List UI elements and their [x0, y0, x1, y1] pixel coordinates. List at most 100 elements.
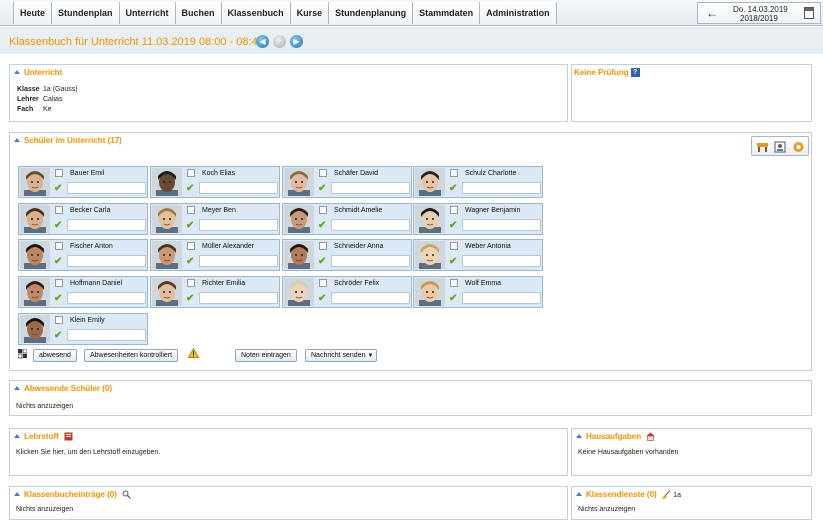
present-check-icon[interactable]: ✔: [54, 220, 62, 231]
previous-lesson-icon[interactable]: ◀: [256, 35, 269, 48]
student-checkbox[interactable]: [450, 279, 458, 287]
student-remark-input[interactable]: [199, 292, 278, 304]
present-check-icon[interactable]: ✔: [449, 220, 457, 231]
student-card[interactable]: Schröder Felix ✔: [282, 276, 412, 308]
student-checkbox[interactable]: [187, 242, 195, 250]
collapse-icon[interactable]: [14, 492, 20, 496]
multiselect-icon[interactable]: [17, 348, 28, 359]
next-lesson-icon[interactable]: ▶: [290, 35, 303, 48]
present-check-icon[interactable]: ✔: [449, 256, 457, 267]
student-card[interactable]: Schneider Anna ✔: [282, 239, 412, 271]
present-check-icon[interactable]: ✔: [318, 183, 326, 194]
student-checkbox[interactable]: [187, 279, 195, 287]
student-checkbox[interactable]: [55, 206, 63, 214]
student-checkbox[interactable]: [450, 169, 458, 177]
student-card[interactable]: Wolf Emma ✔: [413, 276, 543, 308]
nav-item-administration[interactable]: Administration: [480, 2, 557, 24]
student-checkbox[interactable]: [450, 242, 458, 250]
stop-icon[interactable]: [273, 35, 286, 48]
collapse-icon[interactable]: [14, 386, 20, 390]
student-card[interactable]: Weber Antonia ✔: [413, 239, 543, 271]
present-check-icon[interactable]: ✔: [449, 183, 457, 194]
student-checkbox[interactable]: [55, 242, 63, 250]
present-check-icon[interactable]: ✔: [318, 293, 326, 304]
student-remark-input[interactable]: [462, 182, 541, 194]
student-remark-input[interactable]: [199, 255, 278, 267]
seating-plan-icon[interactable]: [756, 141, 769, 153]
nachricht-senden-button[interactable]: Nachricht senden ▼: [305, 349, 378, 362]
present-check-icon[interactable]: ✔: [54, 293, 62, 304]
present-check-icon[interactable]: ✔: [318, 256, 326, 267]
student-remark-input[interactable]: [331, 255, 410, 267]
help-icon[interactable]: ?: [630, 68, 640, 78]
student-card[interactable]: Fischer Anton ✔: [18, 239, 148, 271]
student-remark-input[interactable]: [331, 182, 410, 194]
back-arrow-icon[interactable]: ←: [706, 6, 718, 20]
nav-item-heute[interactable]: Heute: [14, 2, 53, 24]
student-remark-input[interactable]: [67, 292, 146, 304]
student-card[interactable]: Meyer Ben ✔: [150, 203, 280, 235]
student-remark-input[interactable]: [199, 182, 278, 194]
student-card[interactable]: Klein Emily ✔: [18, 313, 148, 345]
student-remark-input[interactable]: [199, 219, 278, 231]
student-checkbox[interactable]: [187, 206, 195, 214]
student-remark-input[interactable]: [462, 255, 541, 267]
nav-item-buchen[interactable]: Buchen: [175, 2, 222, 24]
abwesend-button[interactable]: abwesend: [33, 349, 77, 362]
collapse-icon[interactable]: [14, 434, 20, 438]
abwesenheiten-kontrolliert-button[interactable]: Abwesenheiten kontrolliert: [84, 349, 179, 362]
student-remark-input[interactable]: [331, 219, 410, 231]
nav-item-stundenplanung[interactable]: Stundenplanung: [329, 2, 414, 24]
present-check-icon[interactable]: ✔: [449, 293, 457, 304]
student-checkbox[interactable]: [187, 169, 195, 177]
student-checkbox[interactable]: [55, 279, 63, 287]
student-remark-input[interactable]: [462, 292, 541, 304]
nav-item-stundenplan[interactable]: Stundenplan: [52, 2, 120, 24]
present-check-icon[interactable]: ✔: [54, 256, 62, 267]
student-checkbox[interactable]: [319, 206, 327, 214]
nav-item-unterricht[interactable]: Unterricht: [119, 2, 176, 24]
nav-item-kurse[interactable]: Kurse: [290, 2, 330, 24]
student-list-icon[interactable]: [774, 141, 787, 153]
collapse-icon[interactable]: [576, 434, 582, 438]
student-remark-input[interactable]: [67, 182, 146, 194]
student-remark-input[interactable]: [67, 219, 146, 231]
student-card[interactable]: Schäfer David ✔: [282, 166, 412, 198]
student-card[interactable]: Richter Emilia ✔: [150, 276, 280, 308]
collapse-icon[interactable]: [576, 492, 582, 496]
student-checkbox[interactable]: [55, 169, 63, 177]
student-card[interactable]: Koch Elias ✔: [150, 166, 280, 198]
student-checkbox[interactable]: [319, 169, 327, 177]
student-card[interactable]: Müller Alexander ✔: [150, 239, 280, 271]
present-check-icon[interactable]: ✔: [54, 330, 62, 341]
present-check-icon[interactable]: ✔: [186, 220, 194, 231]
collapse-icon[interactable]: [14, 138, 20, 142]
student-card[interactable]: Bauer Emil ✔: [18, 166, 148, 198]
present-check-icon[interactable]: ✔: [186, 256, 194, 267]
present-check-icon[interactable]: ✔: [54, 183, 62, 194]
present-check-icon[interactable]: ✔: [318, 220, 326, 231]
student-checkbox[interactable]: [319, 242, 327, 250]
collapse-icon[interactable]: [14, 70, 20, 74]
student-remark-input[interactable]: [331, 292, 410, 304]
present-check-icon[interactable]: ✔: [186, 183, 194, 194]
student-checkbox[interactable]: [450, 206, 458, 214]
calendar-icon[interactable]: [804, 7, 814, 19]
nav-item-klassenbuch[interactable]: Klassenbuch: [221, 2, 291, 24]
settings-gear-icon[interactable]: [792, 141, 805, 153]
student-remark-input[interactable]: [67, 329, 146, 341]
student-card[interactable]: Wagner Benjamin ✔: [413, 203, 543, 235]
student-checkbox[interactable]: [319, 279, 327, 287]
student-card[interactable]: Hoffmann Daniel ✔: [18, 276, 148, 308]
search-icon[interactable]: [122, 490, 132, 500]
student-remark-input[interactable]: [67, 255, 146, 267]
nav-item-stammdaten[interactable]: Stammdaten: [413, 2, 481, 24]
present-check-icon[interactable]: ✔: [186, 293, 194, 304]
student-card[interactable]: Schulz Charlotte ✔: [413, 166, 543, 198]
student-remark-input[interactable]: [462, 219, 541, 231]
student-card[interactable]: Schmidt Amelie ✔: [282, 203, 412, 235]
student-checkbox[interactable]: [55, 316, 63, 324]
lehrstoff-input-link[interactable]: Klicken Sie hier, um den Lehrstoff einzu…: [16, 449, 160, 456]
student-card[interactable]: Becker Carla ✔: [18, 203, 148, 235]
noten-eintragen-button[interactable]: Noten eintragen: [235, 349, 297, 362]
